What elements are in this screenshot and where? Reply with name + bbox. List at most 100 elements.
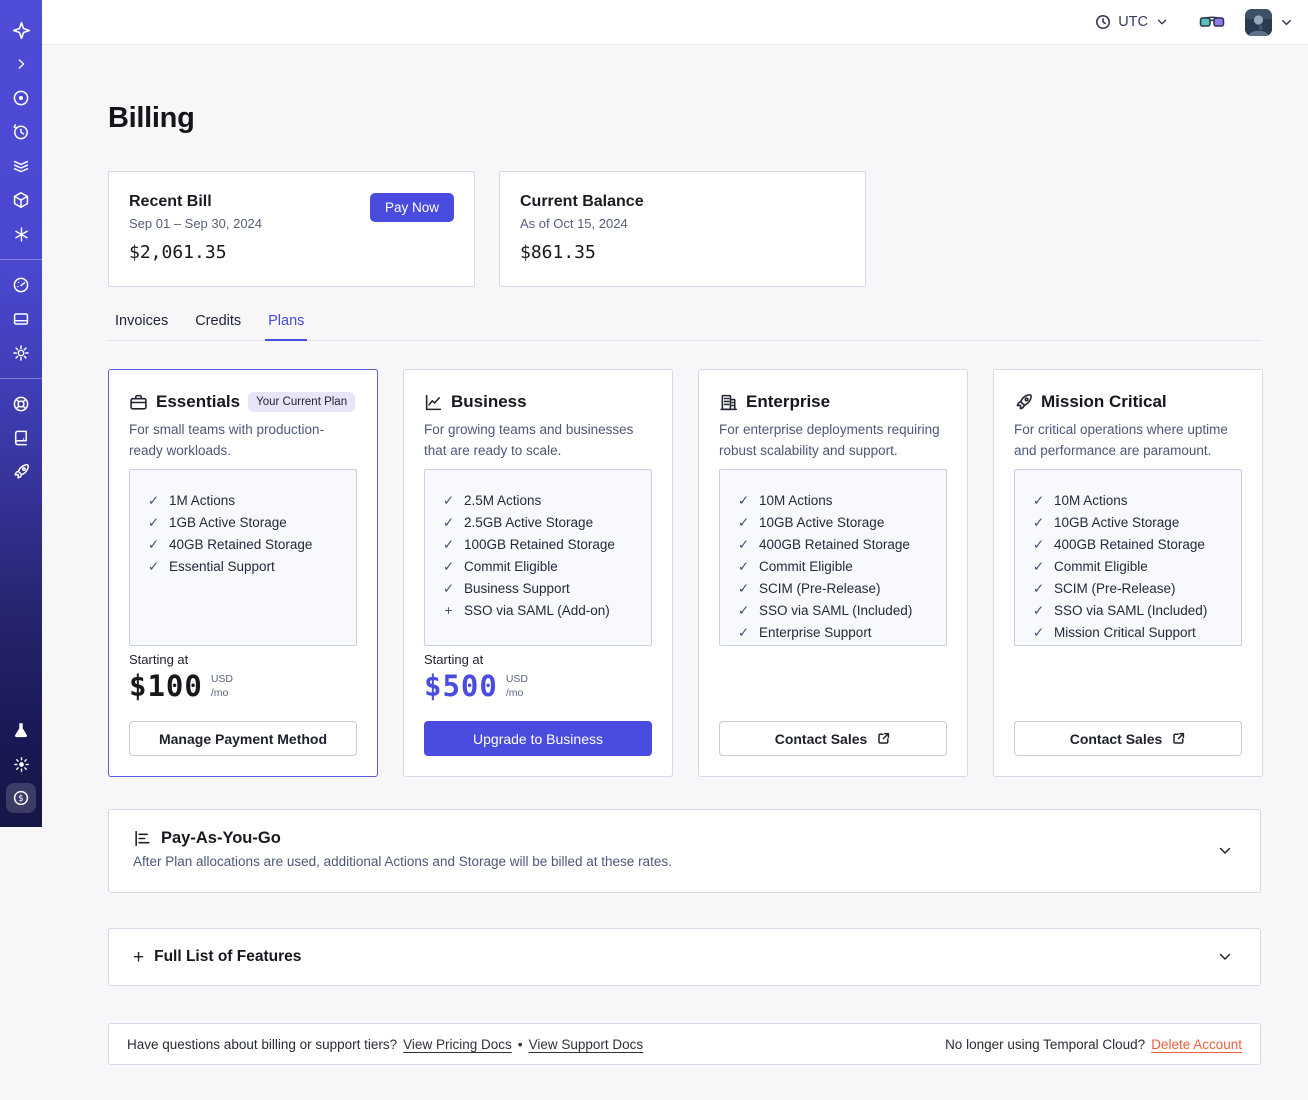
feature-item: ✓ 2.5M Actions — [442, 490, 643, 512]
support-lifebuoy-icon[interactable] — [0, 387, 42, 421]
current-balance-title: Current Balance — [520, 193, 644, 210]
feature-item: ✓ 100GB Retained Storage — [442, 534, 643, 556]
plan-name: Essentials — [156, 392, 241, 411]
external-link-icon — [1173, 732, 1185, 744]
feature-item: ✓ SSO via SAML (Included) — [1032, 600, 1233, 622]
plan-description: For enterprise deployments requiring rob… — [719, 422, 940, 458]
user-avatar[interactable] — [1245, 8, 1272, 36]
feature-item: ✓ Commit Eligible — [442, 556, 643, 578]
features-title: Full List of Features — [154, 948, 302, 965]
footer-question: Have questions about billing or support … — [127, 1036, 398, 1052]
labs-flask-icon[interactable] — [0, 713, 42, 747]
external-link-icon — [878, 732, 890, 744]
pay-now-button[interactable]: Pay Now — [369, 193, 454, 222]
plan-card-essentials: Essentials Your Current Plan For small t… — [108, 369, 378, 777]
feature-item: ✓ 10M Actions — [1032, 490, 1233, 512]
manage-payment-button[interactable]: Manage Payment Method — [129, 721, 357, 756]
upgrade-business-button[interactable]: Upgrade to Business — [424, 721, 652, 756]
footer-panel: Have questions about billing or support … — [108, 1023, 1261, 1065]
billing-card-icon[interactable] — [0, 302, 42, 336]
feature-item: ✓ 1M Actions — [147, 490, 348, 512]
layers-icon[interactable] — [0, 149, 42, 183]
namespaces-icon[interactable] — [0, 81, 42, 115]
deployments-cube-icon[interactable] — [0, 183, 42, 217]
full-features-panel[interactable]: + Full List of Features — [108, 928, 1261, 986]
plan-feature-box: ✓ 10M Actions ✓ 10GB Active Storage ✓ 400GB… — [1014, 469, 1242, 646]
view-pricing-docs-link[interactable]: View Pricing Docs — [403, 1037, 512, 1052]
plan-name: Enterprise — [746, 392, 831, 411]
tab-credits[interactable]: Credits — [192, 313, 244, 341]
chevron-down-icon[interactable] — [1216, 948, 1234, 966]
feature-item: + SSO via SAML (Add-on) — [442, 600, 643, 622]
feature-item: ✓ 2.5GB Active Storage — [442, 512, 643, 534]
recent-bill-amount: $2,061.35 — [129, 242, 227, 263]
timezone-label: UTC — [1118, 14, 1148, 30]
payg-title: Pay-As-You-Go — [161, 829, 281, 847]
plan-price-amount: $500 — [424, 669, 498, 703]
rocket-icon — [1016, 393, 1032, 409]
chevron-down-icon — [1157, 19, 1167, 25]
plan-price: Starting at $100 USD/mo — [129, 652, 234, 703]
tab-invoices[interactable]: Invoices — [112, 313, 171, 341]
plan-name: Mission Critical — [1041, 392, 1167, 411]
feature-item: ✓ SCIM (Pre-Release) — [1032, 578, 1233, 600]
feature-item: ✓ 10GB Active Storage — [737, 512, 938, 534]
plan-card-business: Business For growing teams and businesse… — [403, 369, 673, 777]
plan-feature-box: ✓ 2.5M Actions ✓ 2.5GB Active Storage ✓ 100… — [424, 469, 652, 646]
plan-price-amount: $100 — [129, 669, 203, 703]
check-icon: ✓ — [1032, 493, 1045, 508]
plan-description: For growing teams and businesses that ar… — [424, 422, 634, 458]
plan-card-enterprise: Enterprise For enterprise deployments re… — [698, 369, 968, 777]
check-icon: ✓ — [1032, 581, 1045, 596]
check-icon: ✓ — [442, 559, 455, 574]
feature-item: ✓ Commit Eligible — [737, 556, 938, 578]
plan-description: For critical operations where uptime and… — [1014, 422, 1228, 458]
sidebar-divider — [0, 378, 42, 379]
expand-chevron-right-icon[interactable] — [0, 47, 42, 81]
page-title: Billing — [108, 102, 195, 134]
svg-text:$: $ — [18, 794, 23, 804]
feature-item: ✓ Business Support — [442, 578, 643, 600]
plus-icon: + — [444, 603, 453, 618]
check-icon: ✓ — [737, 515, 750, 530]
billing-tabs: Invoices Credits Plans — [108, 313, 1261, 341]
plans-grid: Essentials Your Current Plan For small t… — [108, 369, 1263, 777]
docs-book-icon[interactable] — [0, 421, 42, 455]
feature-item: ✓ Essential Support — [147, 556, 348, 578]
contact-sales-button[interactable]: Contact Sales — [1014, 721, 1242, 756]
briefcase-icon — [130, 394, 147, 410]
check-icon: ✓ — [1032, 515, 1045, 530]
settings-gear-icon[interactable] — [0, 336, 42, 370]
plan-price: Starting at $500 USD/mo — [424, 652, 529, 703]
billing-dollar-icon-active[interactable]: $ — [6, 783, 36, 813]
clock-icon — [1096, 15, 1111, 29]
pay-as-you-go-panel[interactable]: Pay-As-You-Go After Plan allocations are… — [108, 809, 1261, 893]
nexus-asterisk-icon[interactable] — [0, 217, 42, 251]
delete-account-link[interactable]: Delete Account — [1151, 1037, 1242, 1052]
current-plan-badge: Your Current Plan — [248, 392, 356, 412]
check-icon: ✓ — [1032, 603, 1045, 618]
check-icon: ✓ — [442, 515, 455, 530]
current-balance-amount: $861.35 — [520, 242, 596, 263]
account-menu-chevron-icon[interactable] — [1279, 15, 1294, 30]
theme-sun-icon[interactable] — [0, 747, 42, 781]
tab-plans[interactable]: Plans — [265, 313, 308, 341]
usage-gauge-icon[interactable] — [0, 268, 42, 302]
3d-glasses-icon[interactable] — [1199, 14, 1225, 30]
schedules-icon[interactable] — [0, 115, 42, 149]
timezone-selector[interactable]: UTC — [1095, 14, 1169, 30]
feature-item: ✓ SCIM (Pre-Release) — [737, 578, 938, 600]
chevron-down-icon[interactable] — [1216, 842, 1234, 860]
sidebar: $ — [0, 0, 42, 827]
view-support-docs-link[interactable]: View Support Docs — [529, 1037, 644, 1052]
contact-sales-button[interactable]: Contact Sales — [719, 721, 947, 756]
plus-icon: + — [133, 946, 145, 968]
check-icon: ✓ — [737, 493, 750, 508]
plan-feature-box: ✓ 10M Actions ✓ 10GB Active Storage ✓ 400GB… — [719, 469, 947, 646]
check-icon: ✓ — [737, 581, 750, 596]
temporal-logo-icon[interactable] — [0, 13, 42, 47]
feature-item: ✓ 400GB Retained Storage — [737, 534, 938, 556]
billing-page: Billing Recent Bill Sep 01 – Sep 30, 202… — [42, 45, 1308, 1065]
rocket-icon[interactable] — [0, 455, 42, 489]
check-icon: ✓ — [1032, 625, 1045, 640]
